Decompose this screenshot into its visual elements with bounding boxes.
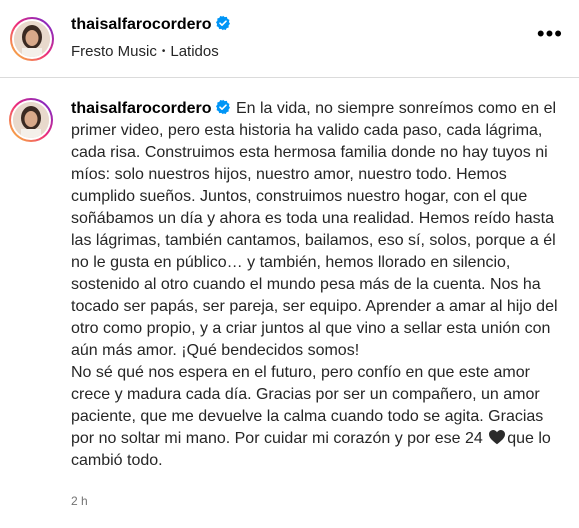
avatar-photo	[14, 21, 50, 57]
audio-info[interactable]: Fresto Music • Latidos	[71, 43, 219, 60]
header-avatar[interactable]	[10, 17, 54, 61]
post-header: thaisalfarocordero Fresto Music • Latidos …	[0, 0, 579, 78]
avatar-photo	[13, 102, 49, 138]
caption-body-2: No sé qué nos espera en el futuro, pero …	[71, 364, 544, 447]
more-options-icon[interactable]: •••	[537, 23, 563, 45]
header-username-row: thaisalfarocordero	[71, 15, 231, 34]
caption-paragraph-1: thaisalfarocordero En la vida, no siempr…	[71, 98, 561, 362]
caption-avatar[interactable]	[9, 98, 53, 142]
audio-artist: Fresto Music	[71, 43, 157, 60]
black-heart-icon	[489, 430, 506, 445]
header-username[interactable]: thaisalfarocordero	[71, 16, 211, 33]
separator-dot: •	[161, 46, 166, 57]
caption-text: thaisalfarocordero En la vida, no siempr…	[71, 98, 561, 472]
verified-badge-icon	[216, 99, 231, 115]
caption-paragraph-2: No sé qué nos espera en el futuro, pero …	[71, 362, 561, 472]
caption-body-1: En la vida, no siempre sonreímos como en…	[71, 100, 558, 359]
caption-username[interactable]: thaisalfarocordero	[71, 100, 211, 117]
post-timestamp[interactable]: 2 h	[71, 494, 88, 508]
verified-badge-icon	[216, 15, 231, 31]
audio-track: Latidos	[170, 43, 219, 60]
